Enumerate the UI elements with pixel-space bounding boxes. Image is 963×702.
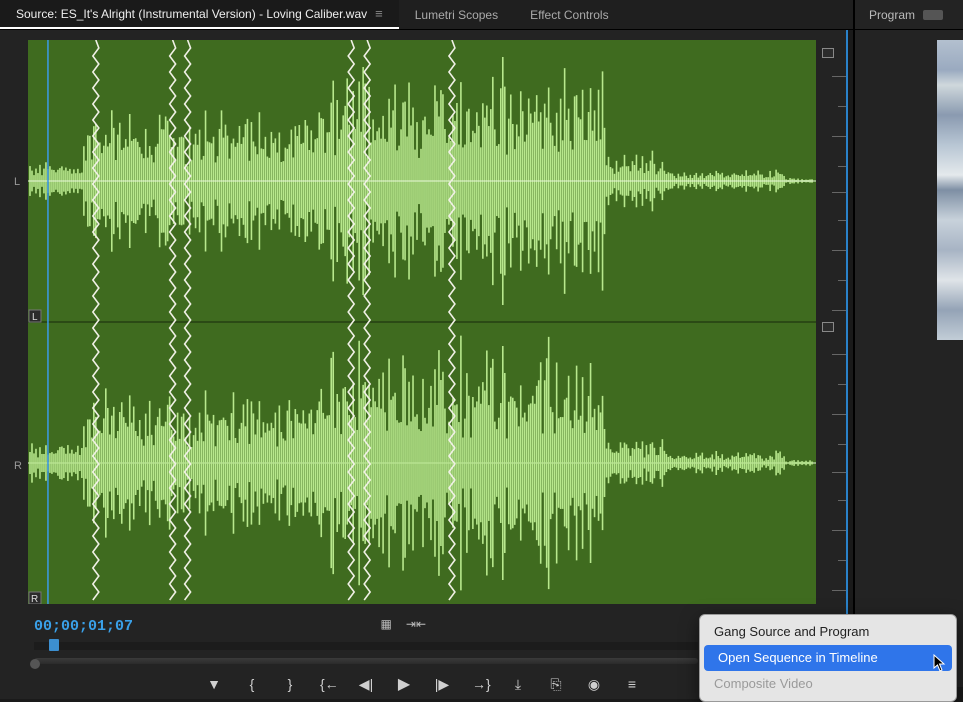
mark-in-button[interactable]: { [244, 676, 260, 692]
source-monitor: L R L [0, 30, 848, 687]
tab-program-label: Program [869, 8, 915, 22]
tab-source[interactable]: Source: ES_It's Alright (Instrumental Ve… [0, 0, 399, 29]
program-preview-thumb [937, 40, 963, 340]
button-editor-button[interactable]: ≡ [624, 676, 640, 692]
waveform-monitor[interactable]: L R L [0, 30, 846, 613]
source-panel-tabs: Source: ES_It's Alright (Instrumental Ve… [0, 0, 963, 30]
source-context-menu: Gang Source and Program Open Sequence in… [699, 614, 957, 702]
level-ruler [820, 44, 846, 604]
tab-lumetri-label: Lumetri Scopes [415, 8, 498, 22]
go-to-in-button[interactable]: {← [320, 676, 336, 692]
overwrite-button[interactable]: ⎘ [548, 676, 564, 693]
step-forward-button[interactable]: |▶ [434, 676, 450, 693]
channel-left-label: L [14, 176, 20, 188]
mark-out-button[interactable]: } [282, 676, 298, 692]
tab-effect-controls[interactable]: Effect Controls [514, 0, 624, 29]
tab-source-label: Source: ES_It's Alright (Instrumental Ve… [16, 7, 367, 21]
svg-text:L: L [32, 312, 38, 323]
menu-item-open-sequence-timeline[interactable]: Open Sequence in Timeline [704, 645, 952, 671]
waveform-display[interactable]: L R [28, 40, 816, 604]
program-panel: Program [853, 0, 963, 687]
go-to-out-button[interactable]: →} [472, 676, 488, 692]
waveform-svg: L R [28, 40, 816, 604]
insert-overwrite-icon[interactable]: ⇥⇤ [406, 617, 426, 631]
scrub-track[interactable] [34, 642, 698, 650]
channel-right-label: R [14, 460, 22, 472]
zoom-track[interactable] [34, 658, 698, 664]
menu-item-gang-source[interactable]: Gang Source and Program [700, 619, 956, 645]
ruler-marker-mid [822, 322, 834, 332]
play-button[interactable]: ▶ [396, 674, 412, 694]
tab-lumetri-scopes[interactable]: Lumetri Scopes [399, 0, 514, 29]
insert-button[interactable]: ⤓ [510, 676, 526, 693]
playhead-handle[interactable] [49, 639, 59, 651]
zoom-handle-left[interactable] [30, 659, 40, 669]
step-back-button[interactable]: ◀| [358, 676, 374, 693]
tab-program[interactable]: Program [855, 0, 963, 30]
add-marker-button[interactable]: ▼ [206, 676, 222, 692]
ruler-marker-top [822, 48, 834, 58]
program-chip [923, 10, 943, 20]
tab-effects-label: Effect Controls [530, 8, 608, 22]
menu-item-composite-video: Composite Video [700, 671, 956, 697]
panel-menu-icon[interactable]: ≡ [375, 6, 383, 21]
timecode-display[interactable]: 00;00;01;07 [34, 618, 133, 635]
export-frame-button[interactable]: ◉ [586, 676, 602, 693]
svg-text:R: R [31, 594, 38, 604]
settings-view-icon[interactable]: ▦ [381, 617, 392, 631]
